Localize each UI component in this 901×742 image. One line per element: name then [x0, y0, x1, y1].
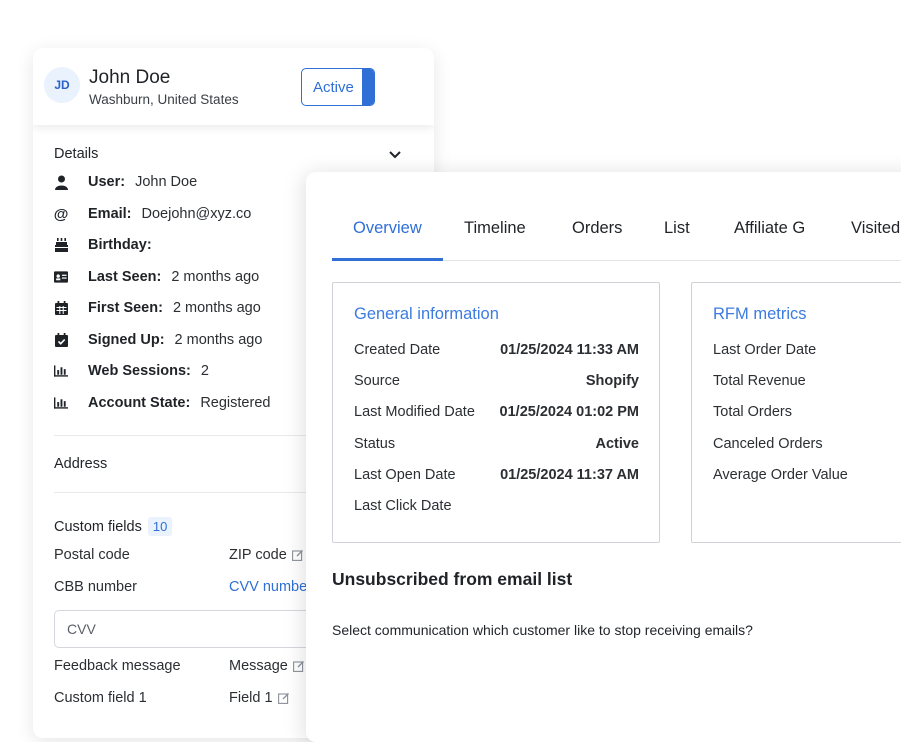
status-toggle-edge	[362, 69, 374, 105]
calendar-check-icon	[54, 332, 68, 348]
detail-row-signed-up: Signed Up: 2 months ago	[54, 330, 262, 350]
status-label: Active	[313, 78, 354, 96]
detail-value: 2 months ago	[172, 300, 261, 316]
custom-fields-title: Custom fields 10	[54, 517, 173, 536]
tab-orders[interactable]: Orders	[572, 219, 622, 238]
tab-overview[interactable]: Overview	[353, 219, 422, 238]
custom-field-key: CBB number	[54, 579, 138, 595]
info-label: Status	[354, 436, 396, 452]
custom-fields-label: Custom fields	[54, 518, 142, 535]
detail-label: Signed Up:	[88, 332, 165, 348]
rfm-label: Canceled Orders	[713, 436, 823, 452]
bar-chart-icon	[54, 395, 68, 411]
detail-label: Birthday:	[88, 237, 152, 253]
active-tab-indicator	[332, 258, 443, 261]
tab-list[interactable]: List	[664, 219, 690, 238]
custom-field-key: Feedback message	[54, 658, 181, 674]
detail-value: 2 months ago	[171, 269, 260, 285]
info-value: 01/25/2024 11:33 AM	[500, 342, 639, 358]
info-row: Created Date 01/25/2024 11:33 AM	[354, 342, 639, 358]
tab-bar: Overview Timeline Orders List Affiliate …	[332, 172, 901, 261]
tab-affiliate[interactable]: Affiliate G	[734, 219, 805, 238]
info-label: Last Open Date	[354, 467, 456, 483]
detail-label: Account State:	[88, 395, 191, 411]
detail-row-account-state: Account State: Registered	[54, 393, 270, 413]
rfm-label: Total Revenue	[713, 373, 806, 389]
custom-field-value-text: Message	[229, 658, 288, 674]
user-icon	[54, 174, 68, 190]
custom-field-value[interactable]: Field 1	[229, 690, 290, 706]
custom-field-value-link[interactable]: CVV number	[229, 579, 312, 595]
detail-label: User:	[88, 174, 126, 190]
info-label: Source	[354, 373, 400, 389]
tab-timeline[interactable]: Timeline	[464, 219, 526, 238]
detail-row-last-seen: Last Seen: 2 months ago	[54, 267, 259, 287]
detail-label: Last Seen:	[88, 269, 162, 285]
customer-name: John Doe	[89, 67, 171, 88]
info-row: Last Open Date 01/25/2024 11:37 AM	[354, 467, 639, 483]
detail-row-web-sessions: Web Sessions: 2	[54, 361, 209, 381]
detail-value: 2 months ago	[174, 332, 263, 348]
detail-label: Email:	[88, 206, 132, 222]
detail-value: 2	[200, 363, 209, 379]
detail-value: John Doe	[135, 174, 198, 190]
edit-icon[interactable]	[277, 692, 290, 704]
customer-location: Washburn, United States	[89, 92, 239, 107]
detail-label: Web Sessions:	[88, 363, 191, 379]
cvv-placeholder: CVV	[67, 621, 96, 637]
tab-visited[interactable]: Visited	[851, 219, 900, 238]
unsubscribe-title: Unsubscribed from email list	[332, 569, 573, 589]
info-row: Last Click Date	[354, 498, 639, 514]
id-card-icon	[54, 269, 68, 285]
general-information-title: General information	[354, 305, 499, 323]
rfm-metrics-card: RFM metrics Last Order Date Total Revenu…	[691, 282, 901, 543]
info-label: Created Date	[354, 342, 441, 358]
custom-field-value[interactable]: Message	[229, 658, 305, 674]
bar-chart-icon	[54, 363, 68, 379]
custom-fields-count-badge: 10	[147, 517, 173, 536]
edit-icon[interactable]	[291, 549, 304, 561]
cake-icon	[54, 237, 68, 253]
calendar-icon	[54, 300, 68, 316]
info-value: Active	[595, 436, 639, 452]
details-title: Details	[54, 146, 99, 162]
detail-value: Registered	[200, 395, 271, 411]
custom-field-value-text: ZIP code	[229, 547, 287, 563]
unsubscribe-question: Select communication which customer like…	[332, 622, 753, 638]
detail-row-user: User: John Doe	[54, 172, 197, 192]
info-value: 01/25/2024 11:37 AM	[500, 467, 639, 483]
detail-row-birthday: Birthday:	[54, 235, 162, 255]
detail-row-email: @ Email: Doejohn@xyz.co	[53, 204, 252, 224]
info-row: Last Modified Date 01/25/2024 01:02 PM	[354, 404, 639, 420]
custom-field-value-text: Field 1	[229, 690, 273, 706]
status-button[interactable]: Active	[301, 68, 375, 106]
address-title: Address	[54, 456, 108, 472]
info-row: Source Shopify	[354, 373, 639, 389]
chevron-down-icon[interactable]	[388, 150, 402, 160]
avatar: JD	[44, 67, 80, 103]
rfm-label: Average Order Value	[713, 467, 848, 483]
custom-field-value[interactable]: ZIP code	[229, 547, 304, 563]
customer-header: JD John Doe Washburn, United States Acti…	[33, 48, 434, 125]
info-label: Last Click Date	[354, 498, 452, 514]
edit-icon[interactable]	[292, 660, 305, 672]
custom-field-key: Postal code	[54, 547, 130, 563]
overview-panel: Overview Timeline Orders List Affiliate …	[306, 172, 901, 742]
rfm-metrics-title: RFM metrics	[713, 305, 807, 323]
general-information-card: General information Created Date 01/25/2…	[332, 282, 660, 543]
detail-label: First Seen:	[88, 300, 163, 316]
info-value: Shopify	[585, 373, 639, 389]
detail-row-first-seen: First Seen: 2 months ago	[54, 298, 261, 318]
at-icon: @	[53, 205, 69, 223]
info-value: 01/25/2024 01:02 PM	[499, 404, 639, 420]
info-row: Status Active	[354, 436, 639, 452]
custom-field-key: Custom field 1	[54, 690, 147, 706]
detail-value: Doejohn@xyz.co	[141, 206, 252, 222]
rfm-label: Last Order Date	[713, 342, 817, 358]
info-label: Last Modified Date	[354, 404, 475, 420]
rfm-label: Total Orders	[713, 404, 792, 420]
